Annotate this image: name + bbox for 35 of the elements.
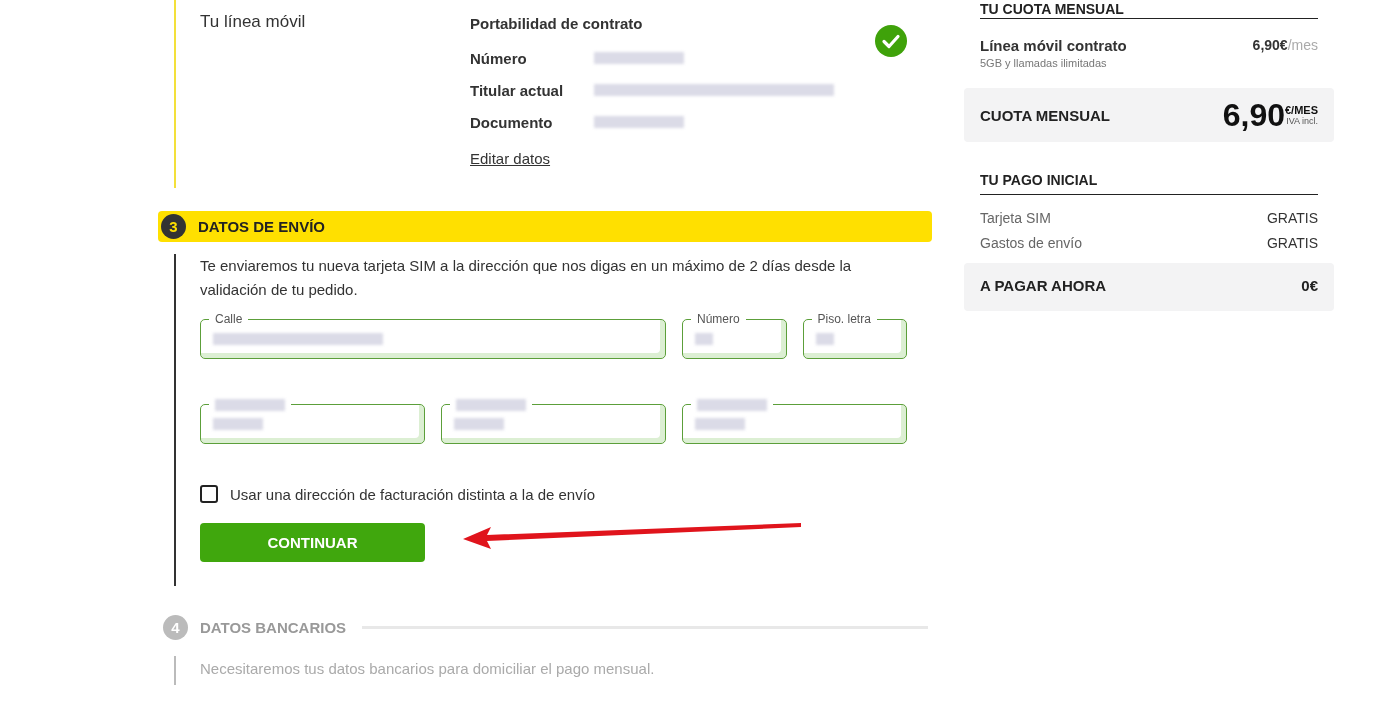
edit-link[interactable]: Editar datos bbox=[470, 150, 834, 167]
pay-now-amount: 0€ bbox=[1301, 277, 1318, 294]
section-heading: TU CUOTA MENSUAL bbox=[980, 1, 1318, 19]
detail-label: Documento bbox=[470, 113, 554, 131]
fee-label: Gastos de envío bbox=[980, 234, 1082, 251]
intro-text: Te enviaremos tu nueva tarjeta SIM a la dirección que nos digas en un máximo de 2 días desde la validación de tu pedido. bbox=[200, 256, 853, 300]
section-heading: TU PAGO INICIAL bbox=[980, 172, 1318, 195]
tax-note: IVA incl. bbox=[1286, 116, 1318, 126]
pay-now-label: A PAGAR AHORA bbox=[980, 277, 1107, 294]
input-field[interactable] bbox=[200, 397, 425, 444]
plan-price: 6,90€/mes bbox=[1252, 37, 1318, 55]
checkbox-label: Usar una dirección de facturación distinta a la de envío bbox=[230, 485, 596, 503]
section-title: DATOS DE ENVÍO bbox=[198, 218, 325, 235]
detail-label: Titular actual bbox=[470, 81, 565, 99]
step-number: 4 bbox=[163, 615, 188, 640]
total-price: 6,90 bbox=[1222, 96, 1285, 134]
step-number: 3 bbox=[161, 214, 186, 239]
input-field[interactable] bbox=[441, 397, 666, 444]
detail-title: Portabilidad de contrato bbox=[470, 15, 644, 32]
plan-detail: 5GB y llamadas ilimitadas bbox=[980, 57, 1108, 69]
price-unit: €/MES bbox=[1285, 104, 1318, 116]
fee-label: Tarjeta SIM bbox=[980, 209, 1051, 226]
checkbox[interactable] bbox=[200, 485, 218, 503]
input-field[interactable]: Calle bbox=[200, 312, 666, 359]
intro-text: Necesitaremos tus datos bancarios para domiciliar el pago mensual. bbox=[200, 660, 655, 677]
total-label: CUOTA MENSUAL bbox=[980, 106, 1110, 124]
section-title: DATOS BANCARIOS bbox=[200, 619, 347, 636]
fee-value: GRATIS bbox=[1266, 209, 1318, 226]
plan-name: Línea móvil contrato bbox=[980, 37, 1127, 54]
detail-label: Número bbox=[470, 49, 528, 67]
input-field[interactable] bbox=[682, 397, 907, 444]
input-field[interactable]: Número bbox=[682, 312, 787, 359]
fee-value: GRATIS bbox=[1266, 234, 1318, 251]
section-label: Tu línea móvil bbox=[200, 11, 307, 33]
input-field[interactable]: Piso. letra bbox=[802, 312, 907, 359]
